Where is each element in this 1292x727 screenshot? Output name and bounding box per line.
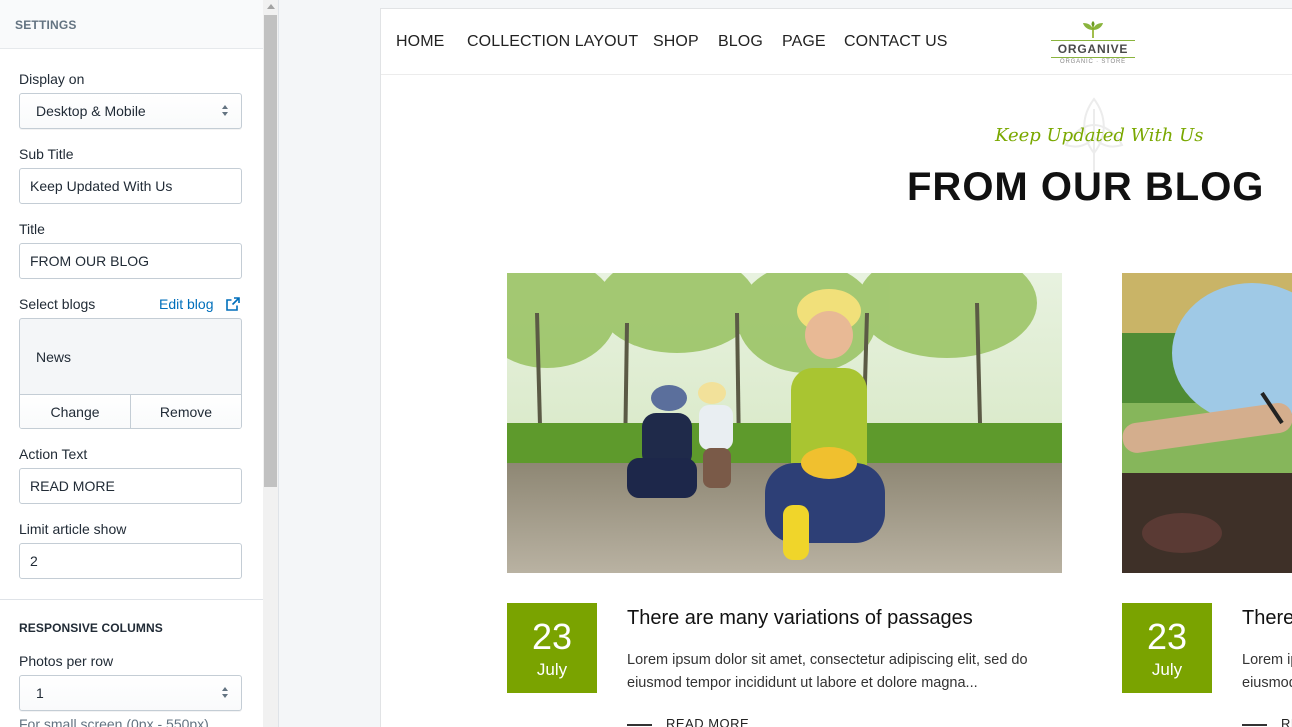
nav-collection-layout[interactable]: COLLECTION LAYOUT <box>467 33 638 51</box>
blog-post-image[interactable] <box>1122 273 1292 573</box>
post-date-badge: 23 July <box>1122 603 1212 693</box>
post-date-day: 23 <box>531 616 573 657</box>
scroll-up-arrow-icon[interactable] <box>267 4 275 9</box>
nav-blog[interactable]: BLOG <box>718 33 763 51</box>
logo-wordmark: ORGANIVE <box>1051 40 1135 58</box>
section-subtitle: Keep Updated With Us <box>995 125 1204 146</box>
external-link-icon[interactable] <box>226 297 240 311</box>
nav-shop[interactable]: SHOP <box>653 33 699 51</box>
action-text-label: Action Text <box>19 446 88 462</box>
read-more-link[interactable]: READ MORE <box>627 716 749 727</box>
selected-blog-name: News <box>36 349 72 365</box>
section-divider <box>0 599 263 600</box>
section-title: FROM OUR BLOG <box>907 165 1265 209</box>
theme-preview: HOME COLLECTION LAYOUT SHOP BLOG PAGE CO… <box>380 8 1292 727</box>
post-date-badge: 23 July <box>507 603 597 693</box>
nav-home[interactable]: HOME <box>396 33 444 51</box>
photos-per-row-select[interactable]: 1 <box>19 675 242 711</box>
display-on-select[interactable]: Desktop & Mobile <box>19 93 242 129</box>
post-date-day: 23 <box>1146 616 1188 657</box>
title-label: Title <box>19 221 45 237</box>
title-input[interactable]: FROM OUR BLOG <box>19 243 242 279</box>
action-text-input[interactable]: READ MORE <box>19 468 242 504</box>
sidebar-scrollbar[interactable] <box>263 0 279 727</box>
post-date-month: July <box>536 660 568 679</box>
settings-sidebar: SETTINGS Display on Desktop & Mobile Sub… <box>0 0 263 727</box>
display-on-label: Display on <box>19 71 85 87</box>
nav-page[interactable]: PAGE <box>782 33 826 51</box>
scrollbar-thumb[interactable] <box>264 15 277 487</box>
main-navigation: HOME COLLECTION LAYOUT SHOP BLOG PAGE CO… <box>381 9 1292 75</box>
post-excerpt: Lorem ipsum dolor sit amet, consectetur … <box>627 652 1028 691</box>
post-date-month: July <box>1151 660 1183 679</box>
change-blog-button[interactable]: Change <box>20 395 130 428</box>
select-caret-icon <box>221 686 229 700</box>
selected-blog-box: News Change Remove <box>19 318 242 429</box>
planting-photo <box>1122 273 1292 573</box>
select-blogs-label: Select blogs <box>19 296 96 312</box>
post-excerpt: Lorem ip eiusmod <box>1242 649 1292 695</box>
remove-blog-button[interactable]: Remove <box>130 395 241 428</box>
post-title[interactable]: There <box>1242 607 1292 630</box>
logo-tagline: ORGANIC · STORE <box>1060 59 1126 65</box>
responsive-columns-heading: RESPONSIVE COLUMNS <box>19 621 163 635</box>
post-excerpt-line: eiusmod <box>1242 675 1292 691</box>
leaf-logo-icon <box>1083 21 1103 39</box>
select-caret-icon <box>221 104 229 118</box>
limit-article-label: Limit article show <box>19 521 127 537</box>
settings-header: SETTINGS <box>0 0 263 49</box>
post-title[interactable]: There are many variations of passages <box>627 607 973 630</box>
photos-per-row-label: Photos per row <box>19 653 114 669</box>
gardening-photo <box>507 273 1062 573</box>
sub-title-label: Sub Title <box>19 146 74 162</box>
display-on-value: Desktop & Mobile <box>36 103 146 119</box>
post-excerpt-line: Lorem ip <box>1242 652 1292 668</box>
edit-blog-link[interactable]: Edit blog <box>159 296 213 312</box>
limit-article-input[interactable]: 2 <box>19 543 242 579</box>
photos-per-row-value: 1 <box>36 685 44 701</box>
small-screen-label: For small screen (0px - 550px) <box>19 716 209 727</box>
read-more-link[interactable]: RE <box>1242 716 1292 727</box>
blog-post-image[interactable] <box>507 273 1062 573</box>
sub-title-input[interactable]: Keep Updated With Us <box>19 168 242 204</box>
nav-contact-us[interactable]: CONTACT US <box>844 33 948 51</box>
store-logo[interactable]: ORGANIVE ORGANIC · STORE <box>1051 21 1135 71</box>
